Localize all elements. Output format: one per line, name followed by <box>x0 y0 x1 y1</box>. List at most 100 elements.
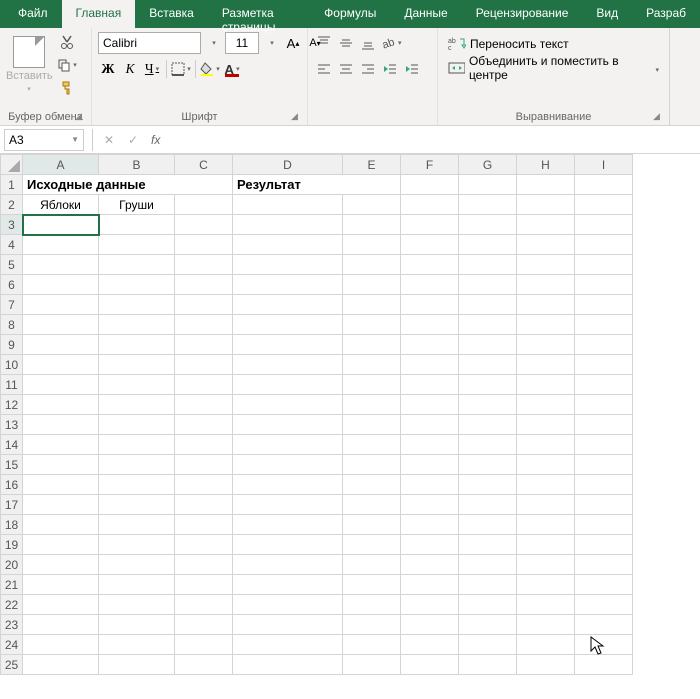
cell-I9[interactable] <box>575 335 633 355</box>
cell-B21[interactable] <box>99 575 175 595</box>
font-launcher-icon[interactable]: ◢ <box>291 111 301 121</box>
cell-B23[interactable] <box>99 615 175 635</box>
cell-C18[interactable] <box>175 515 233 535</box>
cell-I20[interactable] <box>575 555 633 575</box>
column-header-C[interactable]: C <box>175 155 233 175</box>
cell-F3[interactable] <box>401 215 459 235</box>
cell-D5[interactable] <box>233 255 343 275</box>
cell-C25[interactable] <box>175 655 233 675</box>
cell-B7[interactable] <box>99 295 175 315</box>
cell-H4[interactable] <box>517 235 575 255</box>
tab-data[interactable]: Данные <box>390 0 461 28</box>
cell-E17[interactable] <box>343 495 401 515</box>
cancel-formula-icon[interactable]: ✕ <box>97 133 121 147</box>
cell-E19[interactable] <box>343 535 401 555</box>
cell-D24[interactable] <box>233 635 343 655</box>
cell-D15[interactable] <box>233 455 343 475</box>
increase-font-button[interactable]: A▴ <box>283 32 303 54</box>
cell-D2[interactable] <box>233 195 343 215</box>
cell-G10[interactable] <box>459 355 517 375</box>
cell-F14[interactable] <box>401 435 459 455</box>
cell-H20[interactable] <box>517 555 575 575</box>
row-header-14[interactable]: 14 <box>1 435 23 455</box>
cell-E24[interactable] <box>343 635 401 655</box>
cell-A4[interactable] <box>23 235 99 255</box>
cell-E9[interactable] <box>343 335 401 355</box>
cell-F8[interactable] <box>401 315 459 335</box>
cell-H14[interactable] <box>517 435 575 455</box>
tab-file[interactable]: Файл <box>4 0 62 28</box>
cell-G15[interactable] <box>459 455 517 475</box>
column-header-A[interactable]: A <box>23 155 99 175</box>
cell-E23[interactable] <box>343 615 401 635</box>
cell-B19[interactable] <box>99 535 175 555</box>
cell-H6[interactable] <box>517 275 575 295</box>
cell-H2[interactable] <box>517 195 575 215</box>
cell-I4[interactable] <box>575 235 633 255</box>
row-header-20[interactable]: 20 <box>1 555 23 575</box>
cell-C7[interactable] <box>175 295 233 315</box>
cell-D25[interactable] <box>233 655 343 675</box>
cell-E16[interactable] <box>343 475 401 495</box>
row-header-8[interactable]: 8 <box>1 315 23 335</box>
cell-D21[interactable] <box>233 575 343 595</box>
cell-B18[interactable] <box>99 515 175 535</box>
cell-D6[interactable] <box>233 275 343 295</box>
select-all-button[interactable] <box>1 155 23 175</box>
cell-B10[interactable] <box>99 355 175 375</box>
cell-A5[interactable] <box>23 255 99 275</box>
alignment-launcher-icon[interactable]: ◢ <box>653 111 663 121</box>
cell-F9[interactable] <box>401 335 459 355</box>
cell-G9[interactable] <box>459 335 517 355</box>
row-header-17[interactable]: 17 <box>1 495 23 515</box>
cell-D20[interactable] <box>233 555 343 575</box>
cell-C20[interactable] <box>175 555 233 575</box>
cell-H9[interactable] <box>517 335 575 355</box>
cell-E10[interactable] <box>343 355 401 375</box>
cell-B5[interactable] <box>99 255 175 275</box>
row-header-23[interactable]: 23 <box>1 615 23 635</box>
row-header-15[interactable]: 15 <box>1 455 23 475</box>
cell-F15[interactable] <box>401 455 459 475</box>
tab-formulas[interactable]: Формулы <box>310 0 390 28</box>
cell-H11[interactable] <box>517 375 575 395</box>
cell-I13[interactable] <box>575 415 633 435</box>
cell-I10[interactable] <box>575 355 633 375</box>
format-painter-icon[interactable] <box>56 78 78 98</box>
cell-F17[interactable] <box>401 495 459 515</box>
cell-A1[interactable]: Исходные данные <box>23 175 233 195</box>
cell-B20[interactable] <box>99 555 175 575</box>
cell-A15[interactable] <box>23 455 99 475</box>
cell-C9[interactable] <box>175 335 233 355</box>
cell-I14[interactable] <box>575 435 633 455</box>
name-box-dropdown-icon[interactable]: ▼ <box>71 135 79 144</box>
cell-I3[interactable] <box>575 215 633 235</box>
cell-G1[interactable] <box>459 175 517 195</box>
cell-D13[interactable] <box>233 415 343 435</box>
cell-B24[interactable] <box>99 635 175 655</box>
cell-I11[interactable] <box>575 375 633 395</box>
cell-F25[interactable] <box>401 655 459 675</box>
cell-B11[interactable] <box>99 375 175 395</box>
cell-A2[interactable]: Яблоки <box>23 195 99 215</box>
row-header-13[interactable]: 13 <box>1 415 23 435</box>
row-header-3[interactable]: 3 <box>1 215 23 235</box>
column-header-E[interactable]: E <box>343 155 401 175</box>
cell-B16[interactable] <box>99 475 175 495</box>
cell-I19[interactable] <box>575 535 633 555</box>
tab-pagelayout[interactable]: Разметка страницы <box>208 0 310 28</box>
cell-F18[interactable] <box>401 515 459 535</box>
cell-A24[interactable] <box>23 635 99 655</box>
cell-C12[interactable] <box>175 395 233 415</box>
row-header-9[interactable]: 9 <box>1 335 23 355</box>
align-top-button[interactable] <box>314 32 334 54</box>
cell-F10[interactable] <box>401 355 459 375</box>
cell-B2[interactable]: Груши <box>99 195 175 215</box>
cell-B4[interactable] <box>99 235 175 255</box>
cell-F12[interactable] <box>401 395 459 415</box>
wrap-text-button[interactable]: abc Переносить текст <box>444 32 663 56</box>
cell-C15[interactable] <box>175 455 233 475</box>
cell-I6[interactable] <box>575 275 633 295</box>
cell-C8[interactable] <box>175 315 233 335</box>
cell-I5[interactable] <box>575 255 633 275</box>
